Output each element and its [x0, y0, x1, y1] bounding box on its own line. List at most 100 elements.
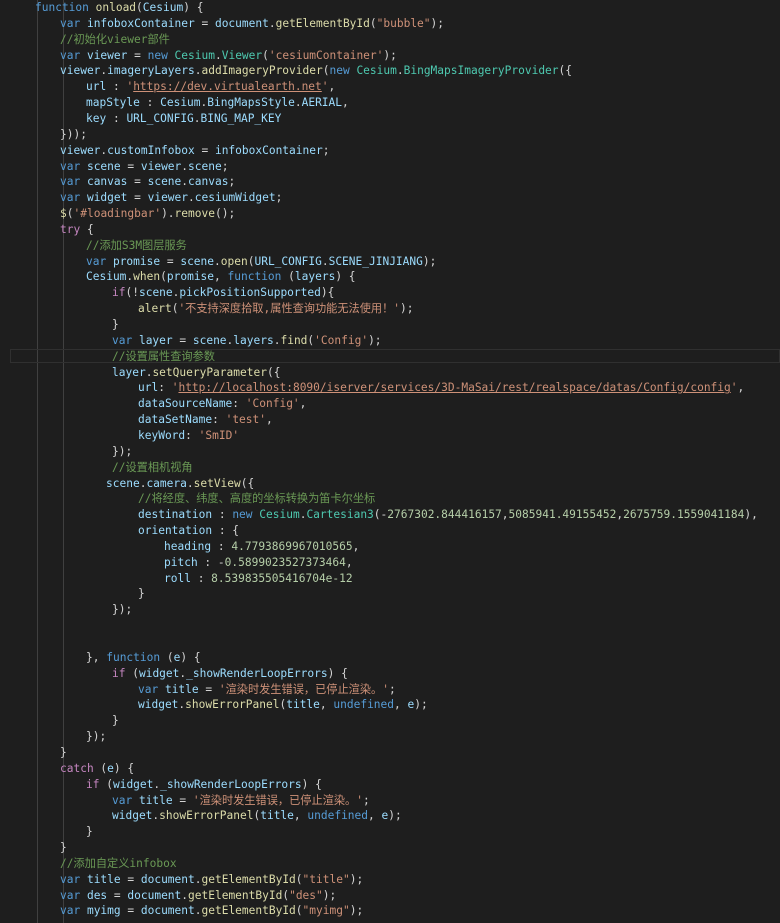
- code-line: scene.camera.setView({: [0, 476, 780, 492]
- code-token-fn: getElementById: [201, 904, 296, 918]
- code-token-str: "des": [289, 888, 323, 902]
- code-token-cls: Cesium: [174, 48, 215, 62]
- code-line: }: [0, 317, 780, 333]
- code-token-plain: );: [388, 809, 402, 823]
- code-token-plain: =: [198, 682, 219, 696]
- code-token-cmt: //设置属性查询参数: [112, 349, 215, 363]
- code-token-var: title: [138, 793, 173, 807]
- code-token-plain: }: [60, 745, 67, 759]
- code-token-var: imageryLayers: [107, 64, 195, 78]
- code-token-var: document: [140, 904, 195, 918]
- code-token-plain: =: [127, 48, 148, 62]
- code-token-plain: .: [214, 254, 221, 268]
- code-token-plain: ;: [362, 793, 370, 807]
- code-token-str: '#loadingbar': [73, 207, 162, 221]
- code-token-plain: (: [66, 207, 74, 221]
- code-token-str: 'Config': [314, 333, 369, 347]
- code-token-kw: var: [60, 159, 87, 173]
- code-line: alert('不支持深度拾取,属性查询功能无法使用！');: [0, 301, 780, 317]
- code-token-plain: ({: [266, 365, 281, 379]
- code-token-plain: ,: [342, 96, 349, 110]
- code-line: url: 'http://localhost:8090/iserver/serv…: [0, 380, 780, 396]
- code-token-var: mapStyle: [86, 96, 140, 110]
- code-token-var: customInfobox: [107, 143, 195, 157]
- code-token-fn: getElementById: [275, 16, 370, 30]
- code-token-link: https://dev.virtualearth.net: [133, 80, 322, 94]
- code-token-var: keyWord: [138, 428, 186, 442]
- code-token-fn: alert: [138, 302, 172, 316]
- code-token-var: promise: [112, 254, 161, 268]
- code-token-plain: :: [106, 80, 127, 94]
- code-token-var: url: [86, 80, 107, 94]
- code-line: var infoboxContainer = document.getEleme…: [0, 16, 780, 32]
- code-line: }: [0, 840, 780, 856]
- code-token-plain: :: [106, 111, 127, 125]
- code-token-plain: : -: [197, 555, 225, 569]
- code-token-plain: ,: [352, 539, 360, 553]
- code-token-plain: );: [430, 16, 445, 30]
- code-token-plain: ) {: [183, 1, 204, 14]
- code-token-var: widget: [86, 191, 128, 205]
- code-line: keyWord: 'SmID': [0, 428, 780, 444]
- code-token-cls: Viewer: [221, 48, 263, 62]
- code-line: //添加S3M图层服务: [0, 238, 780, 254]
- code-token-var: BingMapsStyle: [207, 96, 295, 110]
- code-token-fn: addImageryProvider: [201, 64, 323, 78]
- code-token-plain: :: [212, 413, 226, 427]
- code-token-kw: var: [60, 888, 87, 902]
- code-token-plain: .: [294, 96, 302, 110]
- code-line: catch (e) {: [0, 761, 780, 777]
- code-line: var promise = scene.open(URL_CONFIG.SCEN…: [0, 254, 780, 270]
- code-token-cmt: //设置相机视角: [112, 460, 193, 474]
- code-line: url : 'https://dev.virtualearth.net',: [0, 79, 780, 95]
- code-token-plain: }: [138, 587, 145, 601]
- code-token-plain: =: [172, 333, 193, 347]
- code-token-ctl: if: [86, 777, 107, 791]
- code-token-var: scene: [147, 175, 182, 189]
- code-token-var: infoboxContainer: [214, 143, 323, 157]
- code-token-var: document: [140, 872, 195, 886]
- code-token-ctl: if: [112, 666, 133, 680]
- code-token-var: viewer: [60, 64, 101, 78]
- code-token-ctl: try: [60, 222, 87, 236]
- code-token-fn: setView: [193, 476, 241, 490]
- code-token-plain: }));: [60, 127, 87, 141]
- code-line: var title = '渲染时发生错误，已停止渲染。';: [0, 793, 780, 809]
- code-line: var title = document.getElementById("tit…: [0, 872, 780, 888]
- code-token-plain: ;: [388, 682, 396, 696]
- code-token-kw: var: [60, 904, 87, 918]
- code-token-var: pitch: [164, 555, 198, 569]
- code-token-plain: ;: [221, 159, 229, 173]
- code-token-plain: }: [112, 318, 119, 331]
- code-token-fn: showErrorPanel: [185, 698, 280, 712]
- code-token-plain: :: [190, 571, 212, 585]
- code-token-var: infoboxContainer: [86, 16, 195, 30]
- code-token-var: layers: [233, 333, 274, 347]
- code-token-plain: ) {: [335, 270, 356, 284]
- code-token-plain: ,: [394, 698, 408, 712]
- code-token-var: viewer: [60, 143, 101, 157]
- code-editor[interactable]: function onload(Cesium) {var infoboxCont…: [0, 0, 780, 923]
- code-token-plain: ({: [558, 64, 573, 78]
- code-token-plain: (: [369, 16, 377, 30]
- code-token-plain: :: [211, 539, 232, 553]
- code-line: var des = document.getElementById("des")…: [0, 888, 780, 904]
- code-token-plain: },: [86, 650, 107, 664]
- code-token-plain: =: [127, 175, 148, 189]
- code-line: $('#loadingbar').remove();: [0, 206, 780, 222]
- code-token-num: 0.5899023527373464: [224, 555, 346, 569]
- code-token-plain: ,: [328, 80, 336, 94]
- code-line: var scene = viewer.scene;: [0, 159, 780, 175]
- code-token-plain: (: [106, 777, 113, 791]
- code-token-plain: ,: [368, 809, 382, 823]
- code-line: var layer = scene.layers.find('Config');: [0, 333, 780, 349]
- code-line: //添加自定义infobox: [0, 856, 780, 872]
- code-token-kw: var: [138, 682, 165, 696]
- code-token-num: 2767302.844416157: [387, 508, 502, 522]
- code-token-plain: =: [127, 191, 148, 205]
- code-line: //将经度、纬度、高度的坐标转换为笛卡尔坐标: [0, 491, 780, 507]
- code-token-plain: ;: [228, 175, 236, 189]
- code-token-var: URL_CONFIG: [254, 254, 322, 268]
- code-token-var: document: [127, 888, 182, 902]
- code-token-plain: ,: [501, 508, 509, 522]
